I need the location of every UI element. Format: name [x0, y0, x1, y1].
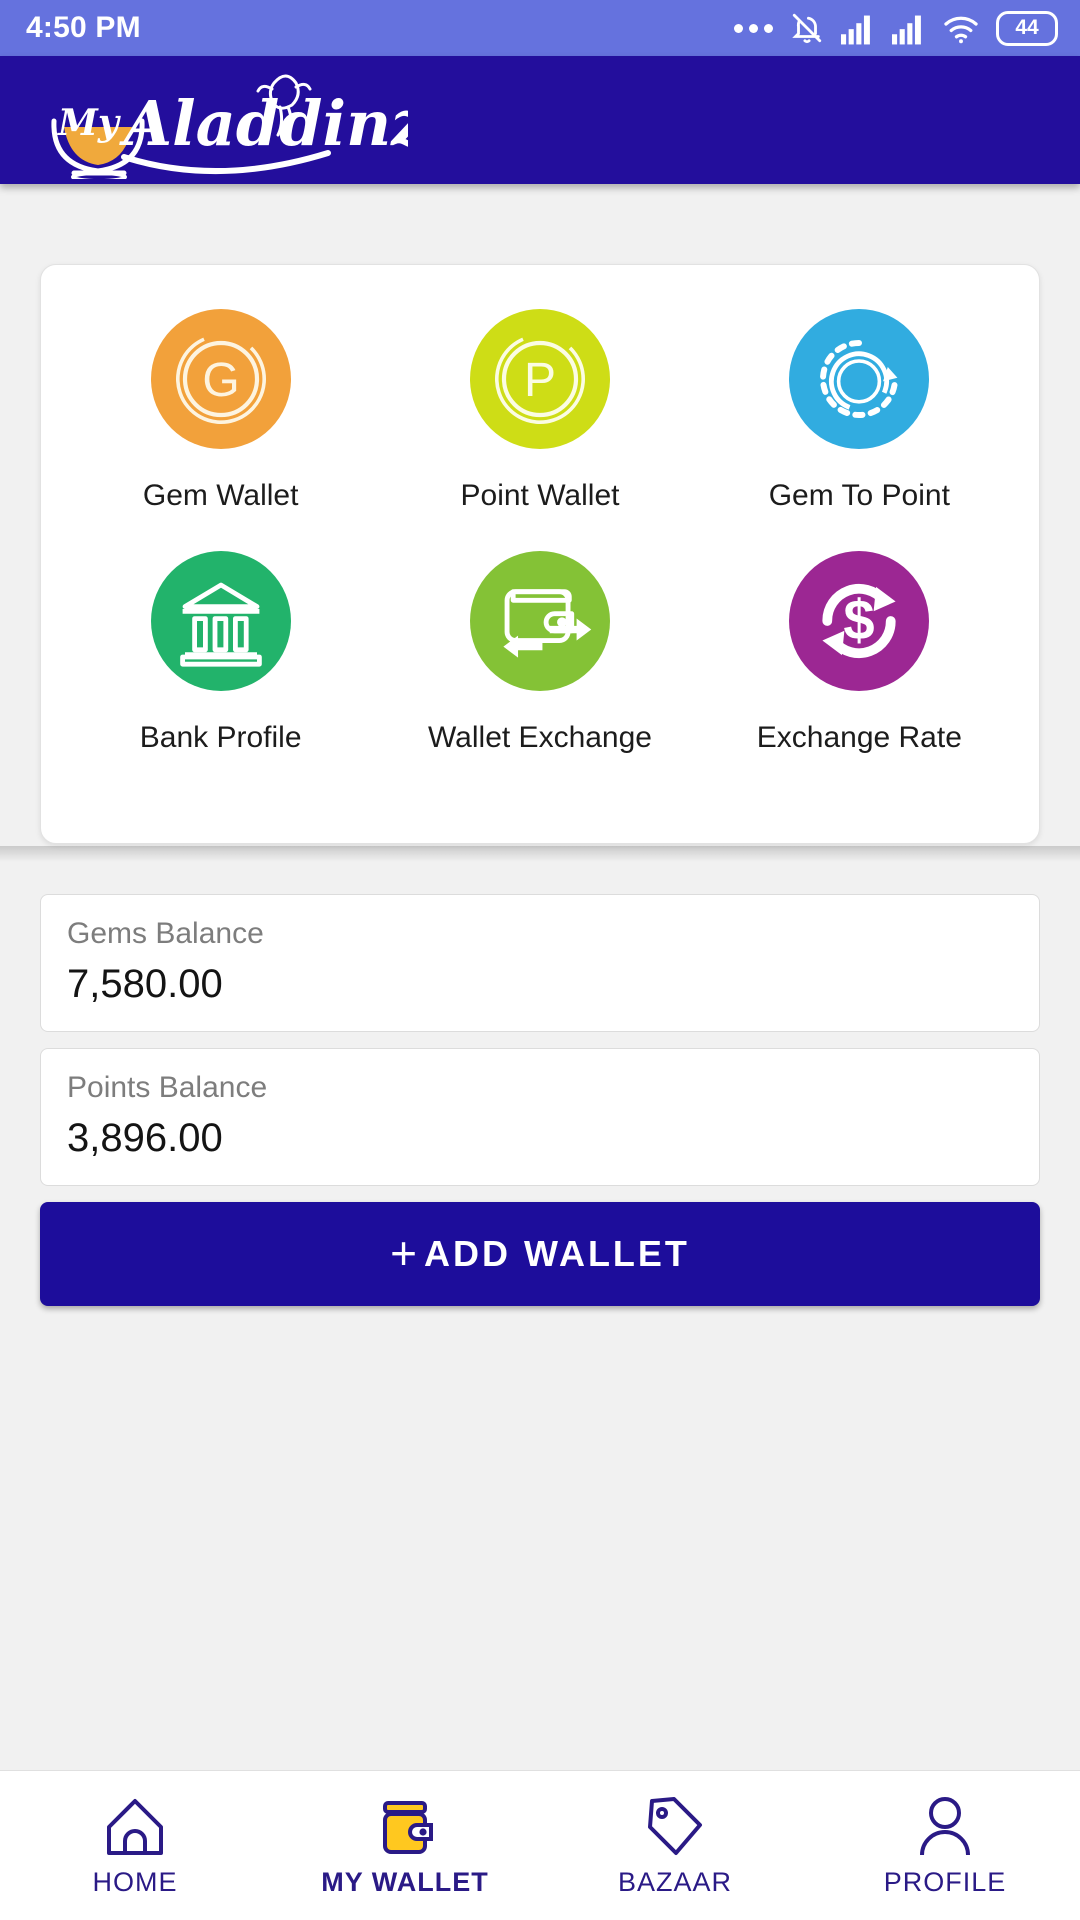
menu-item-label: Wallet Exchange	[427, 721, 652, 754]
main-content: G Gem Wallet P Point Wallet Gem To Point…	[0, 184, 1080, 1770]
dollar-refresh-icon: $	[789, 551, 930, 691]
menu-item-gem-to-point[interactable]: Gem To Point	[700, 309, 1019, 523]
svg-text:My: My	[56, 102, 121, 144]
section-divider	[0, 846, 1080, 862]
svg-text:P: P	[524, 354, 556, 407]
gems-balance-value: 7,580.00	[67, 962, 223, 1006]
menu-item-point-wallet[interactable]: P Point Wallet	[380, 309, 699, 523]
nav-item-label: HOME	[92, 1867, 178, 1897]
wallet-icon	[373, 1793, 437, 1859]
nav-item-bazaar[interactable]: BAZAAR	[540, 1793, 810, 1898]
menu-item-label: Point Wallet	[460, 479, 620, 512]
svg-text:$: $	[844, 588, 875, 651]
battery-icon: 44	[996, 10, 1058, 46]
wallet-menu-card: G Gem Wallet P Point Wallet Gem To Point…	[40, 264, 1040, 844]
more-dots-icon	[734, 11, 773, 45]
menu-item-label: Gem Wallet	[142, 479, 299, 512]
bell-muted-icon	[790, 11, 824, 45]
add-wallet-label: ADD WALLET	[423, 1233, 690, 1274]
status-bar-icons: 44	[734, 10, 1058, 46]
home-icon	[101, 1793, 169, 1859]
app-header: My Aladdinz	[0, 56, 1080, 184]
gems-balance-label: Gems Balance	[67, 917, 264, 950]
menu-item-exchange-rate[interactable]: $ Exchange Rate	[700, 551, 1019, 765]
wifi-icon	[943, 11, 979, 45]
nav-item-label: PROFILE	[883, 1867, 1007, 1897]
menu-row-top: G Gem Wallet P Point Wallet Gem To Point	[61, 309, 1019, 523]
menu-item-bank-profile[interactable]: Bank Profile	[61, 551, 380, 765]
menu-item-label: Bank Profile	[139, 721, 302, 754]
balances-section: Gems Balance 7,580.00 Points Balance 3,8…	[40, 894, 1040, 1306]
nav-item-profile[interactable]: PROFILE	[810, 1793, 1080, 1898]
svg-text:Aladdinz: Aladdinz	[119, 87, 408, 160]
nav-item-my-wallet[interactable]: MY WALLET	[270, 1793, 540, 1898]
bank-building-icon	[150, 551, 291, 691]
add-wallet-button[interactable]: + ADD WALLET	[40, 1202, 1040, 1306]
status-bar: 4:50 PM 44	[0, 0, 1080, 56]
person-icon	[914, 1793, 976, 1859]
points-balance-value: 3,896.00	[67, 1116, 223, 1160]
menu-item-wallet-exchange[interactable]: Wallet Exchange	[380, 551, 699, 765]
signal-bars-1-icon	[841, 11, 875, 45]
convert-circle-icon	[789, 309, 930, 449]
nav-item-home[interactable]: HOME	[0, 1793, 270, 1898]
nav-item-label: MY WALLET	[321, 1867, 489, 1897]
menu-row-bottom: Bank Profile Wallet Exchange $ Exchange …	[61, 551, 1019, 765]
wallet-exchange-icon	[469, 551, 610, 691]
points-balance-field[interactable]: Points Balance 3,896.00	[40, 1048, 1040, 1186]
menu-item-label: Exchange Rate	[756, 721, 962, 754]
points-balance-label: Points Balance	[67, 1071, 268, 1104]
nav-item-label: BAZAAR	[617, 1867, 733, 1897]
point-coin-icon: P	[469, 309, 610, 449]
menu-item-label: Gem To Point	[768, 479, 950, 512]
status-bar-clock: 4:50 PM	[26, 11, 141, 44]
bottom-navigation: HOME MY WALLET BAZAAR PROFILE	[0, 1770, 1080, 1920]
menu-item-gem-wallet[interactable]: G Gem Wallet	[61, 309, 380, 523]
price-tag-icon	[642, 1793, 708, 1859]
gems-balance-field[interactable]: Gems Balance 7,580.00	[40, 894, 1040, 1032]
svg-text:G: G	[202, 354, 239, 407]
app-screen: 4:50 PM 44 My Aladdinz G Gem Wallet P Po…	[0, 0, 1080, 1920]
gem-coin-icon: G	[150, 309, 291, 449]
app-logo: My Aladdinz	[28, 61, 408, 179]
signal-bars-2-icon	[892, 11, 926, 45]
